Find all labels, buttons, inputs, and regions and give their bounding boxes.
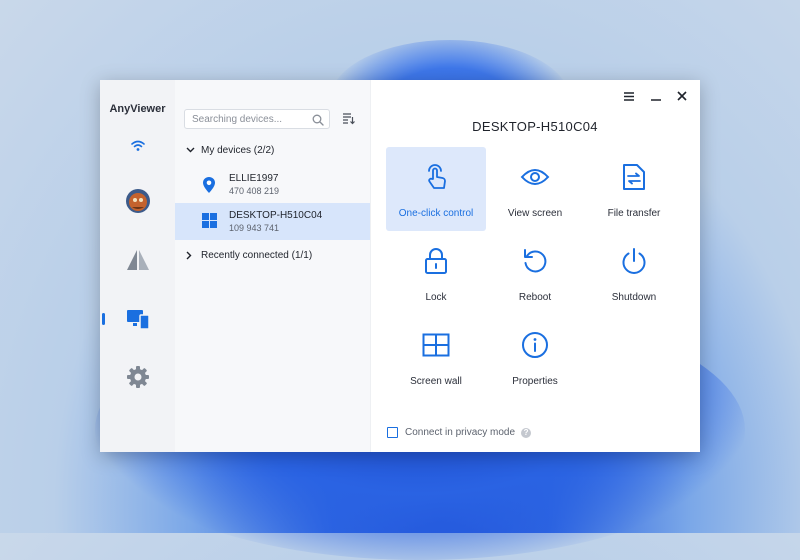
action-label: View screen — [507, 208, 563, 219]
avatar[interactable] — [122, 185, 154, 217]
devices-icon[interactable] — [122, 303, 154, 335]
device-item-desktop-h510c04[interactable]: DESKTOP-H510C04 109 943 741 — [175, 203, 370, 240]
action-label: Lock — [425, 292, 447, 303]
privacy-mode-checkbox[interactable] — [387, 427, 398, 438]
action-label: One-click control — [398, 208, 474, 219]
help-icon[interactable]: ? — [521, 427, 532, 438]
device-id: 470 408 219 — [229, 186, 280, 196]
view-screen-button[interactable]: View screen — [485, 147, 585, 231]
action-label: File transfer — [607, 208, 661, 219]
sort-list-icon[interactable] — [342, 112, 355, 130]
action-label: Shutdown — [611, 292, 657, 303]
active-indicator — [102, 313, 105, 325]
minimize-icon[interactable] — [647, 88, 665, 104]
lock-button[interactable]: Lock — [386, 231, 486, 315]
gear-icon[interactable] — [122, 361, 154, 393]
file-transfer-icon — [584, 160, 684, 194]
action-label: Screen wall — [410, 376, 462, 387]
my-devices-group[interactable]: My devices (2/2) — [186, 142, 274, 158]
location-pin-icon — [202, 176, 216, 199]
eye-icon — [485, 160, 585, 194]
action-label: Reboot — [518, 292, 552, 303]
triangle-icon[interactable] — [122, 244, 154, 276]
device-title: DESKTOP-H510C04 — [472, 119, 598, 134]
chevron-right-icon — [186, 251, 198, 260]
reboot-button[interactable]: Reboot — [485, 231, 585, 315]
file-transfer-button[interactable]: File transfer — [584, 147, 684, 231]
device-name: ELLIE1997 — [229, 173, 279, 184]
close-icon[interactable] — [673, 88, 691, 104]
my-devices-label: My devices (2/2) — [201, 144, 275, 156]
device-item-ellie1997[interactable]: ELLIE1997 470 408 219 — [175, 166, 370, 203]
properties-button[interactable]: Properties — [485, 315, 585, 399]
recently-connected-group[interactable]: Recently connected (1/1) — [186, 247, 312, 263]
windows-icon — [202, 213, 217, 233]
info-icon — [485, 328, 585, 362]
shutdown-button[interactable]: Shutdown — [584, 231, 684, 315]
action-label: Properties — [512, 376, 558, 387]
screen-wall-icon — [386, 328, 486, 362]
nav-rail: AnyViewer — [100, 80, 175, 452]
app-name: AnyViewer — [109, 103, 166, 115]
recently-connected-label: Recently connected (1/1) — [201, 249, 313, 261]
menu-icon[interactable] — [620, 88, 638, 104]
main-panel: DESKTOP-H510C04 One-click control View s… — [370, 80, 700, 452]
screen-wall-button[interactable]: Screen wall — [386, 315, 486, 399]
one-click-control-button[interactable]: One-click control — [386, 147, 486, 231]
power-icon — [584, 244, 684, 278]
search-icon[interactable] — [312, 113, 324, 131]
device-panel: My devices (2/2) ELLIE1997 470 408 219 — [175, 80, 371, 452]
device-search — [184, 109, 330, 129]
search-input[interactable] — [192, 112, 304, 126]
device-id: 109 943 741 — [229, 223, 280, 233]
wifi-icon[interactable] — [122, 130, 154, 162]
lock-icon — [386, 244, 486, 278]
device-name: DESKTOP-H510C04 — [229, 210, 323, 221]
chevron-down-icon — [186, 147, 198, 153]
privacy-mode-option: Connect in privacy mode ? — [387, 427, 532, 438]
app-window: AnyViewer Searching devices... My device… — [100, 80, 700, 452]
privacy-mode-label[interactable]: Connect in privacy mode — [405, 427, 515, 438]
touch-icon — [386, 160, 486, 194]
reboot-icon — [485, 244, 585, 278]
